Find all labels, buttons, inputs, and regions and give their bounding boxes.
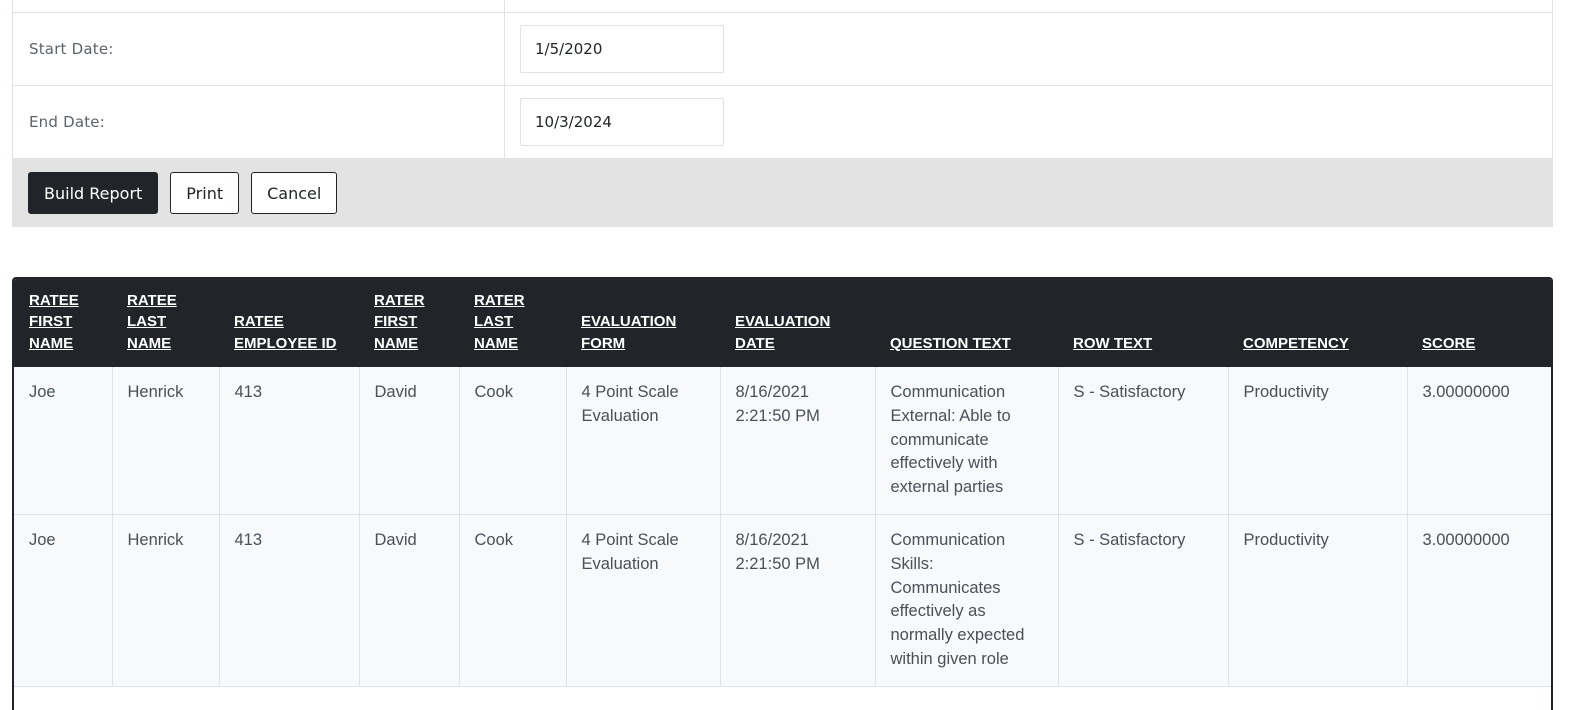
col-row-text[interactable]: ROW TEXT bbox=[1058, 279, 1228, 367]
sort-evaluation-date-link[interactable]: EVALUATION DATE bbox=[735, 313, 830, 352]
cell-rater-first-name: David bbox=[359, 367, 460, 515]
cell-ratee-last-name: Henrick bbox=[112, 367, 220, 515]
cell-rater-first-name: David bbox=[359, 514, 460, 687]
sort-ratee-first-name-link[interactable]: RATEE FIRST NAME bbox=[29, 292, 79, 352]
cell-ratee-employee-id: 413 bbox=[219, 367, 360, 515]
sort-ratee-last-name-link[interactable]: RATEE LAST NAME bbox=[127, 292, 177, 352]
col-rater-first-name[interactable]: RATER FIRST NAME bbox=[359, 279, 459, 367]
sort-row-text-link[interactable]: ROW TEXT bbox=[1073, 335, 1152, 352]
start-date-row: Start Date: bbox=[12, 13, 1553, 86]
end-date-input[interactable] bbox=[520, 98, 724, 146]
sort-competency-link[interactable]: COMPETENCY bbox=[1243, 335, 1349, 352]
col-evaluation-date[interactable]: EVALUATION DATE bbox=[720, 279, 875, 367]
start-date-cell bbox=[505, 13, 1552, 85]
sort-rater-last-name-link[interactable]: RATER LAST NAME bbox=[474, 292, 525, 352]
print-button[interactable]: Print bbox=[170, 172, 240, 214]
end-date-cell bbox=[505, 86, 1552, 158]
table-header-row: RATEE FIRST NAME RATEE LAST NAME RATEE E… bbox=[14, 279, 1551, 367]
cell-ratee-first-name: Joe bbox=[14, 367, 113, 515]
sort-score-link[interactable]: SCORE bbox=[1422, 335, 1475, 352]
table-row: Joe Henrick 413 David Cook 4 Point Scale… bbox=[14, 514, 1551, 687]
cell-evaluation-form: 4 Point Scale Evaluation bbox=[566, 514, 721, 687]
col-question-text[interactable]: QUESTION TEXT bbox=[875, 279, 1058, 367]
cell-row-text: S - Satisfactory bbox=[1058, 514, 1229, 687]
start-date-label: Start Date: bbox=[13, 13, 505, 85]
sort-question-text-link[interactable]: QUESTION TEXT bbox=[890, 335, 1011, 352]
cell-score: 3.00000000 bbox=[1407, 514, 1551, 687]
col-evaluation-form[interactable]: EVALUATION FORM bbox=[566, 279, 720, 367]
cell-evaluation-date: 8/16/2021 2:21:50 PM bbox=[720, 367, 876, 515]
table-row: Joe Henrick 413 David Cook 4 Point Scale… bbox=[14, 367, 1551, 515]
report-table: RATEE FIRST NAME RATEE LAST NAME RATEE E… bbox=[14, 279, 1551, 687]
cell-competency: Productivity bbox=[1228, 367, 1408, 515]
build-report-button[interactable]: Build Report bbox=[28, 172, 159, 214]
form-input-cell bbox=[505, 0, 1552, 12]
cancel-button[interactable]: Cancel bbox=[251, 172, 338, 214]
cell-rater-last-name: Cook bbox=[459, 514, 567, 687]
report-filter-form: Start Date: End Date: Build Report Print… bbox=[12, 0, 1553, 227]
cell-row-text: S - Satisfactory bbox=[1058, 367, 1229, 515]
col-competency[interactable]: COMPETENCY bbox=[1228, 279, 1407, 367]
col-score[interactable]: SCORE bbox=[1407, 279, 1551, 367]
col-ratee-employee-id[interactable]: RATEE EMPLOYEE ID bbox=[219, 279, 359, 367]
col-ratee-last-name[interactable]: RATEE LAST NAME bbox=[112, 279, 219, 367]
report-table-container: RATEE FIRST NAME RATEE LAST NAME RATEE E… bbox=[12, 277, 1553, 710]
cell-question-text: Communication External: Able to communic… bbox=[875, 367, 1059, 515]
end-date-row: End Date: bbox=[12, 86, 1553, 159]
col-ratee-first-name[interactable]: RATEE FIRST NAME bbox=[14, 279, 112, 367]
cell-evaluation-date: 8/16/2021 2:21:50 PM bbox=[720, 514, 876, 687]
end-date-label: End Date: bbox=[13, 86, 505, 158]
form-row-previous bbox=[12, 0, 1553, 27]
col-rater-last-name[interactable]: RATER LAST NAME bbox=[459, 279, 566, 367]
cell-ratee-first-name: Joe bbox=[14, 514, 113, 687]
cell-rater-last-name: Cook bbox=[459, 367, 567, 515]
cell-competency: Productivity bbox=[1228, 514, 1408, 687]
sort-rater-first-name-link[interactable]: RATER FIRST NAME bbox=[374, 292, 425, 352]
cell-score: 3.00000000 bbox=[1407, 367, 1551, 515]
cell-question-text: Communication Skills: Communicates effec… bbox=[875, 514, 1059, 687]
cell-ratee-employee-id: 413 bbox=[219, 514, 360, 687]
cell-evaluation-form: 4 Point Scale Evaluation bbox=[566, 367, 721, 515]
sort-evaluation-form-link[interactable]: EVALUATION FORM bbox=[581, 313, 676, 352]
cell-ratee-last-name: Henrick bbox=[112, 514, 220, 687]
start-date-input[interactable] bbox=[520, 25, 724, 73]
action-bar: Build Report Print Cancel bbox=[12, 159, 1553, 227]
sort-ratee-employee-id-link[interactable]: RATEE EMPLOYEE ID bbox=[234, 313, 337, 352]
